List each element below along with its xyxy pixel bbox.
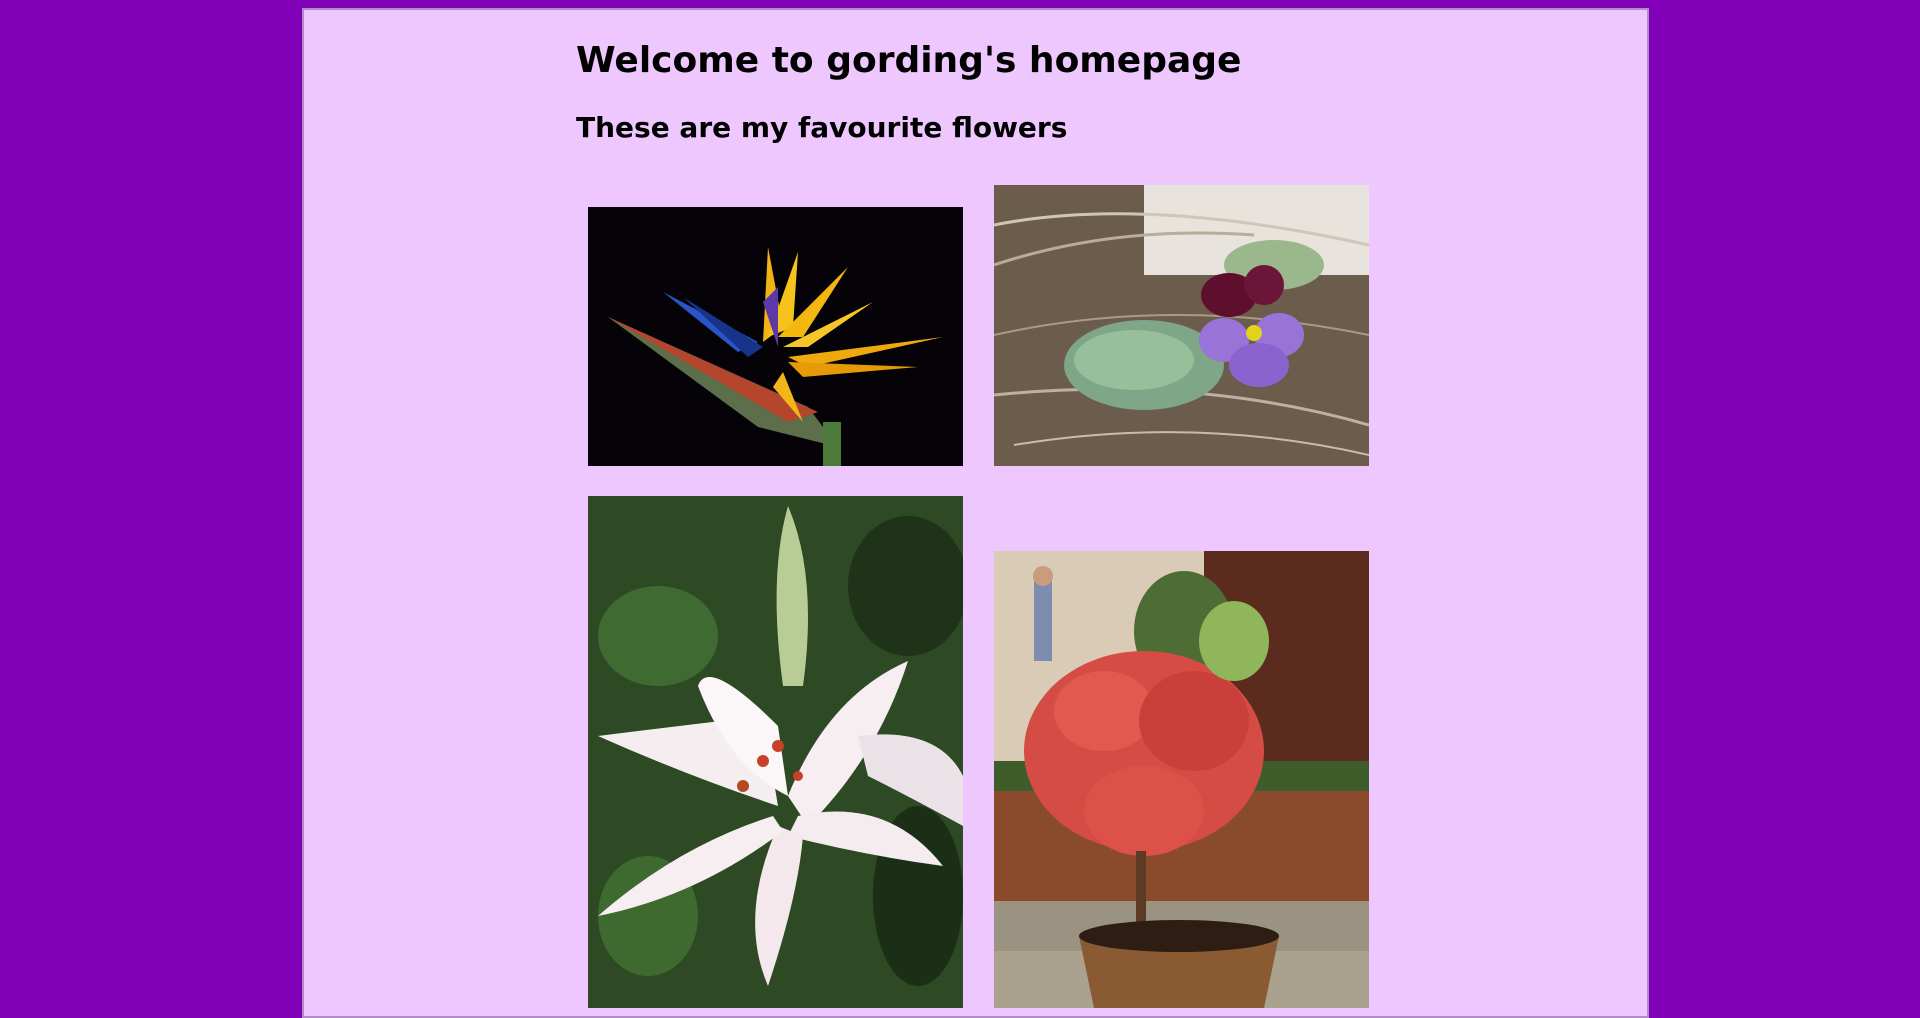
page-subtitle: These are my favourite flowers <box>576 111 1068 144</box>
violet-pansy-photo <box>994 185 1369 466</box>
page-title: Welcome to gording's homepage <box>576 40 1242 81</box>
white-lily-photo <box>588 496 963 1008</box>
red-azalea-photo <box>994 551 1369 1008</box>
bird-of-paradise-photo <box>588 207 963 466</box>
page-panel: Welcome to gording's homepage These are … <box>302 8 1649 1018</box>
